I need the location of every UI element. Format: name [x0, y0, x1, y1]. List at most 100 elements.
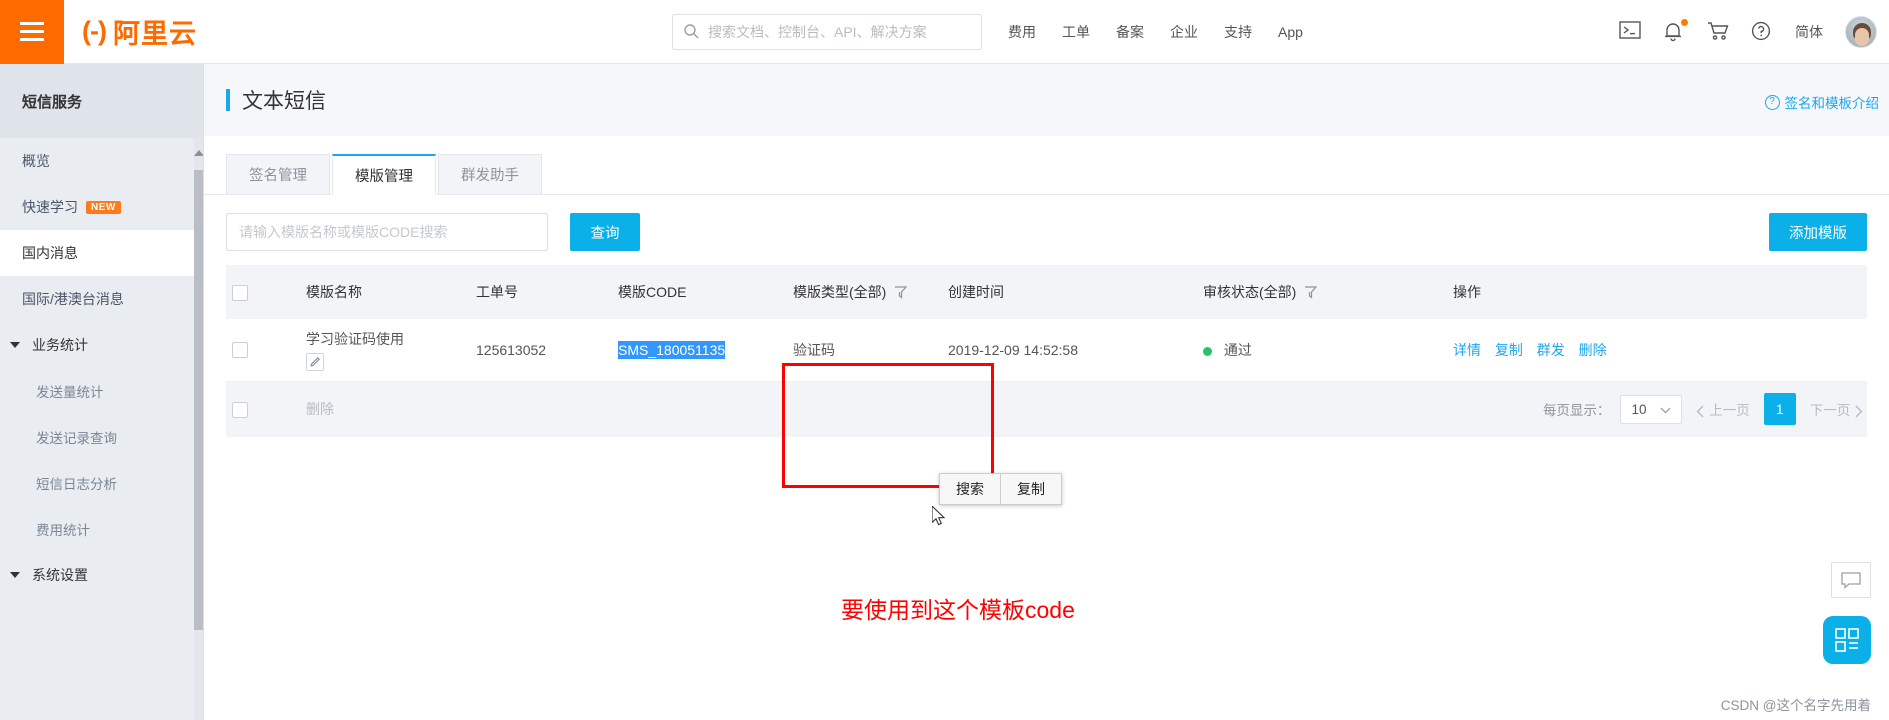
hamburger-menu-icon[interactable]: [0, 0, 64, 64]
tab-bulk-send-helper[interactable]: 群发助手: [438, 154, 542, 194]
header-template-code: 模版CODE: [612, 265, 787, 319]
new-badge: NEW: [86, 200, 121, 214]
global-search-input[interactable]: [708, 24, 971, 40]
next-page-label: 下一页: [1809, 403, 1851, 419]
sidebar-item-quick-learn[interactable]: 快速学习 NEW: [0, 184, 203, 230]
search-icon: [683, 23, 699, 42]
header-template-type-label: 模版类型(全部): [793, 284, 887, 300]
mouse-cursor-icon: [931, 504, 948, 531]
template-search-input[interactable]: [226, 213, 548, 251]
sidebar-item-send-volume-stats[interactable]: 发送量统计: [0, 368, 203, 414]
sidebar-scroll-area: 概览 快速学习 NEW 国内消息 国际/港澳台消息 业务统计 发送量统计 发送记…: [0, 138, 203, 720]
main-content: 文本短信 ? 签名和模板介绍 签名管理 模版管理 群发助手 查询 添加模版: [204, 64, 1889, 720]
tab-template-management[interactable]: 模版管理: [332, 154, 436, 195]
sidebar-scroll-thumb[interactable]: [194, 170, 203, 630]
sidebar-item-label: 发送量统计: [36, 385, 104, 400]
sidebar-group-system-settings[interactable]: 系统设置: [0, 552, 203, 598]
template-code-text[interactable]: SMS_180051135: [618, 340, 726, 359]
aliyun-logo-mark: (-): [82, 16, 107, 46]
cell-ticket-number: 125613052: [470, 319, 612, 382]
add-template-button[interactable]: 添加模版: [1769, 213, 1867, 251]
sidebar-item-domestic-sms[interactable]: 国内消息: [0, 230, 203, 276]
help-doc-label: 签名和模板介绍: [1784, 96, 1880, 111]
edit-icon[interactable]: [306, 352, 324, 371]
sidebar-item-label: 费用统计: [36, 523, 90, 538]
context-menu-item-copy[interactable]: 复制: [1001, 473, 1062, 505]
cell-template-name: 学习验证码使用: [300, 319, 470, 382]
help-doc-link[interactable]: ? 签名和模板介绍: [1764, 92, 1880, 112]
top-nav-item-icp[interactable]: 备案: [1116, 22, 1144, 42]
batch-delete-button[interactable]: 删除: [300, 381, 470, 437]
select-all-checkbox[interactable]: [232, 284, 248, 301]
hamburger-line: [20, 22, 44, 25]
context-menu: 搜索 复制: [939, 473, 1062, 505]
terminal-icon[interactable]: [1619, 21, 1641, 43]
top-bar: (-) 阿里云 费用 工单 备案 企业 支持 App: [0, 0, 1889, 64]
page-size-label: 每页显示：: [1542, 403, 1611, 419]
filter-icon[interactable]: [894, 285, 908, 302]
template-table: 模版名称 工单号 模版CODE 模版类型(全部) 创建时间 审核状态(全部) 操…: [226, 265, 1867, 437]
header-ticket-number: 工单号: [470, 265, 612, 319]
sidebar-item-label: 国际/港澳台消息: [22, 291, 124, 307]
chevron-down-icon: [10, 572, 20, 578]
aliyun-logo-text: 阿里云: [112, 19, 197, 49]
hamburger-line: [20, 38, 44, 41]
context-menu-item-search[interactable]: 搜索: [939, 473, 1001, 505]
global-search-box[interactable]: [672, 14, 982, 50]
cell-template-code[interactable]: SMS_180051135: [612, 319, 787, 382]
footer-select-cell: [226, 381, 300, 437]
aliyun-logo[interactable]: (-) 阿里云: [82, 12, 197, 51]
help-icon[interactable]: [1751, 21, 1773, 43]
chat-icon[interactable]: [1831, 562, 1871, 598]
sidebar-scrollbar[interactable]: [193, 138, 203, 720]
page-title: 文本短信: [242, 90, 326, 113]
top-nav-item-support[interactable]: 支持: [1224, 22, 1252, 42]
top-nav-item-fees[interactable]: 费用: [1008, 22, 1036, 42]
language-selector[interactable]: 简体: [1795, 22, 1823, 42]
op-copy-link[interactable]: 复制: [1495, 342, 1523, 358]
sidebar-item-sms-log-analysis[interactable]: 短信日志分析: [0, 460, 203, 506]
cell-created-time: 2019-12-09 14:52:58: [942, 319, 1197, 382]
header-audit-status: 审核状态(全部): [1197, 265, 1447, 319]
footer-select-all-checkbox[interactable]: [232, 401, 248, 418]
next-page-button[interactable]: 下一页: [1806, 399, 1867, 419]
user-avatar[interactable]: [1845, 16, 1877, 48]
question-mark-icon: ?: [1764, 94, 1780, 110]
pagination-cell: 每页显示： 10 上一页 1 下一页: [470, 381, 1867, 437]
cell-operations: 详情 复制 群发 删除: [1447, 319, 1867, 382]
sidebar-group-business-stats[interactable]: 业务统计: [0, 322, 203, 368]
annotation-note-text: 要使用到这个模板code: [841, 597, 1075, 623]
prev-page-button[interactable]: 上一页: [1692, 399, 1753, 419]
scroll-up-icon[interactable]: [193, 142, 203, 164]
sidebar: 短信服务 概览 快速学习 NEW 国内消息 国际/港澳台消息 业务统计 发送量统…: [0, 64, 204, 720]
op-bulk-send-link[interactable]: 群发: [1537, 342, 1565, 358]
row-checkbox[interactable]: [232, 342, 248, 359]
tab-signature-management[interactable]: 签名管理: [226, 154, 330, 194]
top-nav-item-tickets[interactable]: 工单: [1062, 22, 1090, 42]
cart-icon[interactable]: [1707, 21, 1729, 43]
filter-icon[interactable]: [1304, 285, 1318, 302]
bell-notification-dot: [1681, 19, 1688, 26]
top-nav-item-enterprise[interactable]: 企业: [1170, 22, 1198, 42]
chevron-down-icon: [10, 342, 20, 348]
content-panel: 签名管理 模版管理 群发助手 查询 添加模版 模版名称 工单号: [204, 136, 1889, 720]
page-size-value: 10: [1631, 401, 1647, 417]
qrcode-icon[interactable]: [1823, 616, 1871, 664]
select-all-header: [226, 265, 300, 319]
sidebar-item-overview[interactable]: 概览: [0, 138, 203, 184]
sidebar-item-send-record-query[interactable]: 发送记录查询: [0, 414, 203, 460]
top-nav-item-app[interactable]: App: [1278, 24, 1303, 40]
op-delete-link[interactable]: 删除: [1579, 342, 1607, 358]
page-number-1[interactable]: 1: [1763, 393, 1796, 426]
sidebar-item-label: 发送记录查询: [36, 431, 117, 446]
header-created-time: 创建时间: [942, 265, 1197, 319]
sidebar-item-fee-stats[interactable]: 费用统计: [0, 506, 203, 552]
op-detail-link[interactable]: 详情: [1453, 342, 1481, 358]
cell-audit-status: 通过: [1197, 319, 1447, 382]
page-title-accent: [226, 89, 230, 111]
sidebar-item-international-sms[interactable]: 国际/港澳台消息: [0, 276, 203, 322]
table-row: 学习验证码使用 125613052 SMS_180051135 验证码 2019…: [226, 319, 1867, 382]
page-size-select[interactable]: 10: [1620, 394, 1683, 424]
query-button[interactable]: 查询: [570, 213, 640, 251]
bell-icon[interactable]: [1663, 19, 1688, 43]
